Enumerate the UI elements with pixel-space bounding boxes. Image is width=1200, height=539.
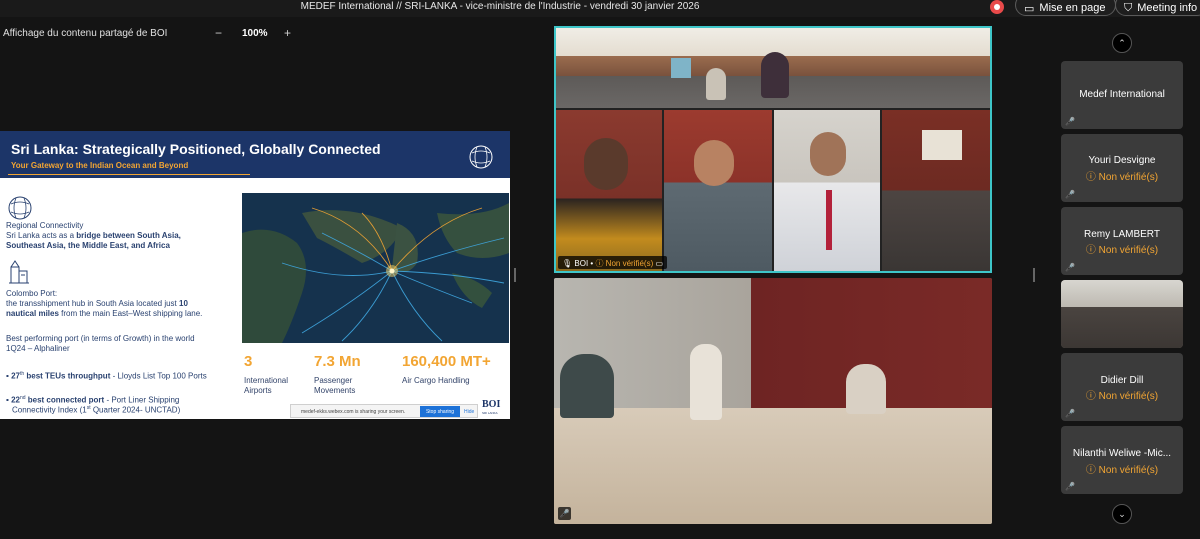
red-tie: [826, 190, 832, 250]
unverified-status: ⓘ Non vérifié(s): [595, 259, 654, 268]
participant-card[interactable]: Remy LAMBERT ⓘ Non vérifié(s) 🎤: [1061, 207, 1183, 275]
panel-splitter[interactable]: [1033, 268, 1035, 282]
participant-badge-name: BOI •: [574, 259, 594, 268]
slide-subtitle: Your Gateway to the Indian Ocean and Bey…: [11, 161, 189, 170]
muted-mic-icon: 🎤: [1065, 263, 1075, 272]
slide-underline: [8, 174, 250, 175]
participant-video-feed: [1061, 280, 1183, 348]
window-view: [671, 58, 691, 78]
record-icon[interactable]: [990, 0, 1004, 14]
stat-passengers-value: 7.3 Mn: [314, 353, 361, 370]
stat-cargo-label: Air Cargo Handling: [402, 376, 470, 385]
participant-name: Remy LAMBERT: [1084, 229, 1160, 240]
zoom-in-button[interactable]: +: [284, 26, 291, 40]
growth-text: Best performing port (in terms of Growth…: [6, 334, 195, 343]
webex-window: MEDEF International // SRI-LANKA - vice-…: [0, 0, 1200, 539]
shared-slide: Sri Lanka: Strategically Positioned, Glo…: [0, 131, 510, 419]
video-tile-boi[interactable]: 🎙 BOI • ⓘ Non vérifié(s) ▭: [554, 26, 992, 273]
muted-mic-icon: 🎤: [1065, 409, 1075, 418]
video-cell-1: [556, 110, 662, 271]
person-silhouette: [761, 52, 789, 98]
video-cell-2: [664, 110, 772, 271]
shared-content-label: Affichage du contenu partagé de BOI: [3, 28, 168, 39]
video-tile-ministry[interactable]: 🎤: [554, 278, 992, 524]
video-cell-3: [774, 110, 880, 271]
muted-mic-icon: 🎤: [1065, 117, 1075, 126]
slide-title: Sri Lanka: Strategically Positioned, Glo…: [11, 141, 381, 157]
zoom-out-button[interactable]: −: [215, 26, 222, 40]
meeting-info-button[interactable]: ⛉ Meeting info: [1115, 0, 1200, 16]
boi-logo: BOI: [482, 399, 501, 410]
unverified-status: ⓘ Non vérifié(s): [1085, 245, 1159, 256]
stat-cargo-value: 160,400 MT+: [402, 353, 491, 370]
video-icon: ▭: [655, 259, 664, 268]
person-silhouette: [690, 344, 722, 420]
muted-mic-icon: 🎤: [1065, 190, 1075, 199]
person-silhouette: [706, 68, 726, 100]
person-silhouette: [846, 364, 886, 414]
video-cell-4: [882, 110, 990, 271]
zoom-level: 100%: [242, 28, 268, 39]
stop-sharing-button[interactable]: Stop sharing: [420, 406, 460, 417]
scroll-up-button[interactable]: ⌃: [1112, 33, 1132, 53]
participant-card[interactable]: Youri Desvigne ⓘ Non vérifié(s) 🎤: [1061, 134, 1183, 202]
sharing-text: medef-ekks.webex.com is sharing your scr…: [301, 409, 406, 415]
regional-text-2: Southeast Asia, the Middle East, and Afr…: [6, 241, 170, 250]
screen-sharing-bar: medef-ekks.webex.com is sharing your scr…: [290, 404, 478, 418]
globe-icon: [469, 145, 493, 169]
globe-icon: [8, 196, 32, 220]
layout-icon: ▭: [1024, 2, 1035, 15]
panel-splitter[interactable]: [514, 268, 516, 282]
port-crane-icon: [9, 260, 29, 284]
slide-header: Sri Lanka: Strategically Positioned, Glo…: [0, 131, 510, 178]
stat-airports-label-2: Airports: [244, 386, 272, 395]
teu-bullet: ▪ 27th best TEUs throughput - Lloyds Lis…: [6, 371, 207, 381]
participant-card-video[interactable]: [1061, 280, 1183, 348]
stat-airports-label: International: [244, 376, 289, 385]
scroll-down-button[interactable]: ⌄: [1112, 504, 1132, 524]
regional-heading: Regional Connectivity: [6, 221, 84, 230]
participant-badge: 🎙 BOI • ⓘ Non vérifié(s) ▭: [558, 256, 668, 269]
meeting-title: MEDEF International // SRI-LANKA - vice-…: [300, 1, 700, 12]
person-silhouette: [560, 354, 614, 418]
regional-text: Sri Lanka acts as a bridge between South…: [6, 231, 181, 240]
shipping-routes-map: [242, 193, 509, 343]
top-bar: MEDEF International // SRI-LANKA - vice-…: [0, 0, 1200, 17]
muted-mic-icon: 🎤: [558, 507, 571, 520]
muted-mic-icon: 🎤: [1065, 482, 1075, 491]
person-head: [810, 132, 846, 176]
person-head: [584, 138, 628, 190]
conference-table: [554, 408, 992, 524]
port-heading: Colombo Port:: [6, 289, 58, 298]
unverified-status: ⓘ Non vérifié(s): [1085, 465, 1159, 476]
ministry-sign: [774, 306, 984, 356]
stat-passengers-label: Passenger: [314, 376, 353, 385]
layout-button-label: Mise en page: [1039, 2, 1106, 14]
participant-card[interactable]: Nilanthi Weliwe -Mic... ⓘ Non vérifié(s)…: [1061, 426, 1183, 494]
stat-passengers-label-2: Movements: [314, 386, 356, 395]
participant-name: Medef International: [1079, 89, 1165, 100]
participant-name: Nilanthi Weliwe -Mic...: [1072, 448, 1172, 459]
growth-text-2: 1Q24 – Alphaliner: [6, 344, 70, 353]
room-wide-view: [556, 28, 990, 108]
participant-name: Didier Dill: [1100, 375, 1144, 386]
participant-card[interactable]: Didier Dill ⓘ Non vérifié(s) 🎤: [1061, 353, 1183, 421]
stat-airports-value: 3: [244, 353, 253, 370]
mic-icon: 🎙: [562, 259, 573, 268]
hide-link[interactable]: Hide: [464, 409, 474, 415]
port-text-2: nautical miles from the main East–West s…: [6, 309, 203, 318]
unverified-status: ⓘ Non vérifié(s): [1085, 391, 1159, 402]
wall-frame: [922, 130, 962, 160]
participant-card[interactable]: Medef International 🎤: [1061, 61, 1183, 129]
meeting-info-label: Meeting info: [1137, 2, 1198, 14]
shield-icon: ⛉: [1124, 1, 1133, 14]
person-head: [694, 140, 734, 186]
layout-button[interactable]: ▭ Mise en page: [1015, 0, 1117, 16]
port-text: the transshipment hub in South Asia loca…: [6, 299, 188, 308]
unverified-status: ⓘ Non vérifié(s): [1085, 172, 1159, 183]
participant-name: Youri Desvigne: [1088, 155, 1156, 166]
boi-logo-sub: SRI LANKA: [482, 411, 498, 415]
connectivity-bullet-2: Connectivity Index (1st Quarter 2024- UN…: [12, 405, 181, 415]
